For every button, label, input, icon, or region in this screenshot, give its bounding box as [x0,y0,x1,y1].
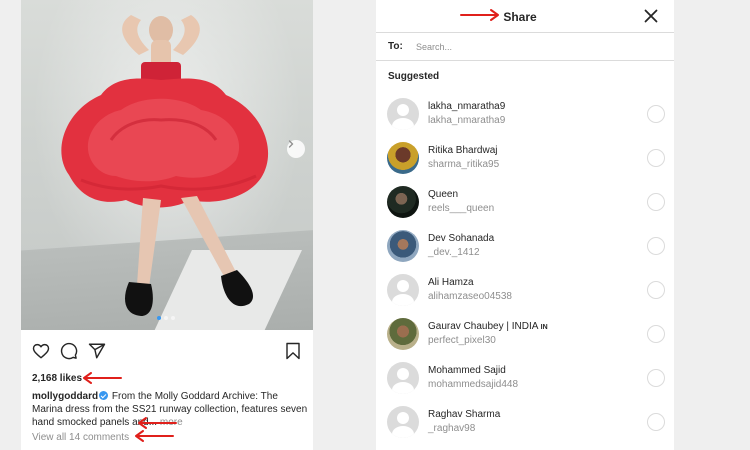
avatar [387,362,419,394]
list-item[interactable]: Ritika Bhardwaj sharma_ritika95 [376,136,674,180]
post-card: 2,168 likes mollygoddard From the Molly … [21,0,313,450]
recipient-search-input[interactable] [416,39,656,55]
close-icon[interactable] [644,9,658,23]
user-handle: mohammedsajid448 [428,379,519,390]
verified-badge-icon [99,391,109,400]
avatar [387,186,419,218]
country-code: IN [540,324,548,331]
user-handle: _raghav98 [428,423,476,434]
list-item[interactable]: Mohammed Sajid mohammedsajid448 [376,356,674,400]
user-name: Mohammed Sajid [428,365,506,376]
post-action-bar [32,342,304,362]
avatar [387,318,419,350]
list-item[interactable]: Gaurav Chaubey | INDIA IN perfect_pixel3… [376,312,674,356]
user-name: Ritika Bhardwaj [428,145,498,156]
user-name: lakha_nmaratha9 [428,101,506,112]
avatar [387,406,419,438]
carousel-dot [157,316,161,320]
dialog-header: Share [376,0,674,33]
annotation-arrow-icon [460,9,499,21]
caption-username[interactable]: mollygoddard [32,391,98,402]
carousel-next-button[interactable] [287,140,305,158]
user-name: Gaurav Chaubey | INDIA IN [428,321,548,332]
user-handle: reels___queen [428,203,495,214]
heart-icon[interactable] [32,342,50,360]
view-comments-link[interactable]: View all 14 comments [32,432,129,443]
select-radio[interactable] [647,281,665,299]
select-radio[interactable] [647,413,665,431]
avatar [387,274,419,306]
user-handle: perfect_pixel30 [428,335,496,346]
user-handle: alihamzaseo04538 [428,291,512,302]
list-item[interactable]: lakha_nmaratha9 lakha_nmaratha9 [376,92,674,136]
user-handle: lakha_nmaratha9 [428,115,506,126]
to-label: To: [388,41,403,52]
user-name: Raghav Sharma [428,409,501,420]
carousel-dot [171,316,175,320]
select-radio[interactable] [647,105,665,123]
dialog-title: Share [503,10,537,24]
list-item[interactable]: Dev Sohanada _dev._1412 [376,224,674,268]
select-radio[interactable] [647,149,665,167]
user-name: Queen [428,189,459,200]
suggested-list: lakha_nmaratha9 lakha_nmaratha9 Ritika B… [376,92,674,444]
user-handle: _dev._1412 [428,247,480,258]
recipient-row: To: [376,33,674,61]
comment-icon[interactable] [60,342,78,360]
carousel-indicator [157,316,175,320]
annotation-arrow-icon [135,430,174,442]
list-item[interactable]: Queen reels___queen [376,180,674,224]
list-item[interactable]: Ali Hamza alihamzaseo04538 [376,268,674,312]
select-radio[interactable] [647,325,665,343]
select-radio[interactable] [647,237,665,255]
annotation-arrow-icon [83,372,122,384]
avatar [387,98,419,130]
share-dialog: Share To: Suggested lakha_nmaratha9 lakh… [376,0,674,450]
annotation-arrow-icon [138,417,177,429]
bookmark-icon[interactable] [285,342,301,360]
chevron-right-icon [288,140,294,148]
user-name: Dev Sohanada [428,233,495,244]
post-photo[interactable] [21,0,313,330]
avatar [387,230,419,262]
list-item[interactable]: Raghav Sharma _raghav98 [376,400,674,444]
avatar [387,142,419,174]
user-name: Ali Hamza [428,277,474,288]
model-in-red-dress-illustration [61,15,269,316]
suggested-heading: Suggested [388,71,440,82]
share-icon[interactable] [88,342,106,360]
select-radio[interactable] [647,369,665,387]
user-handle: sharma_ritika95 [428,159,500,170]
carousel-dot [164,316,168,320]
likes-count[interactable]: 2,168 likes [32,373,82,384]
select-radio[interactable] [647,193,665,211]
